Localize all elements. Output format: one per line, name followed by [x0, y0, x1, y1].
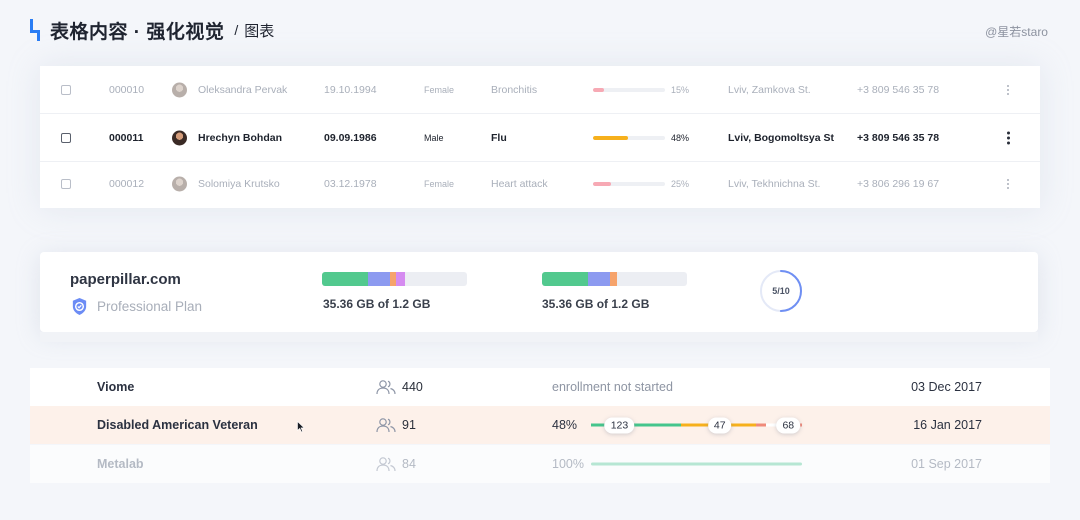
- birth-date: 19.10.1994: [324, 83, 377, 96]
- patient-sex: Female: [424, 84, 455, 95]
- enrollment-segment: [645, 423, 682, 427]
- patient-phone: +3 809 546 35 78: [857, 83, 940, 96]
- row-checkbox[interactable]: [61, 84, 71, 95]
- diagnosis: Flu: [491, 131, 507, 144]
- segment-count-pill: 68: [776, 417, 801, 433]
- enrollment-list: Viome 440 enrollment not started 03 Dec …: [30, 368, 1050, 484]
- table-row[interactable]: 000011 Hrechyn Bohdan 09.09.1986 Male Flu 48%…: [40, 113, 1040, 162]
- list-item[interactable]: Viome 440 enrollment not started 03 Dec …: [30, 368, 1050, 406]
- patient-sex: Male: [424, 132, 444, 143]
- patient-address: Lviv, Zamkova St.: [728, 83, 811, 96]
- list-item[interactable]: Metalab 84 100% 01 Sep 2017: [30, 445, 1050, 483]
- storage-segment: [322, 272, 369, 286]
- diagnosis: Bronchitis: [491, 83, 538, 96]
- enrollment-segment: [755, 423, 766, 427]
- progress-ring-label: 5/10: [772, 286, 790, 296]
- patient-name: Oleksandra Pervak: [198, 83, 288, 96]
- enrollment-segment: [681, 423, 700, 427]
- avatar: [172, 176, 187, 191]
- storage-segment: [588, 272, 611, 286]
- user-count: 84: [402, 457, 416, 471]
- patient-name: Solomiya Krutsko: [198, 177, 280, 190]
- storage-usage-bar-2: [542, 272, 687, 286]
- treatment-progress-fill: [593, 181, 611, 186]
- treatment-progress-label: 48%: [671, 132, 690, 143]
- storage-usage-bar-1: [322, 272, 467, 286]
- birth-date: 03.12.1978: [324, 177, 377, 190]
- title-separator: /: [234, 22, 239, 38]
- enrollment-date: 01 Sep 2017: [911, 457, 982, 471]
- segment-count-pill: 47: [707, 417, 732, 433]
- avatar: [172, 82, 187, 97]
- enrollment-status: enrollment not started: [552, 380, 673, 394]
- storage-segment: [542, 272, 589, 286]
- author-watermark: @星若staro: [985, 25, 1048, 39]
- enrollment-segment: [727, 423, 756, 427]
- card-shadow-strip: [40, 332, 1038, 342]
- patient-name: Hrechyn Bohdan: [198, 131, 283, 144]
- patient-id: 000011: [109, 131, 144, 144]
- enrollment-full-bar: [591, 462, 802, 466]
- storage-usage-label-2: 35.36 GB of 1.2 GB: [542, 297, 650, 311]
- company-name: Viome: [97, 380, 135, 394]
- more-options-icon[interactable]: [1002, 129, 1014, 146]
- page-title: 表格内容 · 强化视觉: [50, 21, 225, 43]
- patient-phone: +3 809 546 35 78: [857, 131, 940, 144]
- birth-date: 09.09.1986: [324, 131, 377, 144]
- treatment-progress-bar: [593, 135, 665, 140]
- patient-id: 000012: [109, 177, 145, 190]
- more-options-icon[interactable]: [1002, 83, 1014, 97]
- table-row[interactable]: 000012 Solomiya Krutsko 03.12.1978 Female He…: [40, 160, 1040, 207]
- user-count: 440: [402, 380, 423, 394]
- company-name: Disabled American Veteran: [97, 418, 258, 432]
- storage-card: paperpillar.com Professional Plan 35.36 …: [40, 252, 1038, 332]
- verified-badge-icon: [72, 297, 87, 316]
- user-count: 91: [402, 418, 416, 432]
- storage-segment: [395, 272, 405, 286]
- patient-id: 000010: [109, 83, 145, 96]
- site-name: paperpillar.com: [70, 271, 181, 288]
- row-checkbox[interactable]: [61, 132, 71, 143]
- storage-usage-label-1: 35.36 GB of 1.2 GB: [323, 297, 431, 311]
- more-options-icon[interactable]: [1002, 177, 1014, 191]
- row-checkbox[interactable]: [61, 178, 71, 189]
- plan-label: Professional Plan: [70, 297, 202, 316]
- treatment-progress-label: 15%: [671, 84, 690, 95]
- segment-count-pill: 123: [604, 417, 635, 433]
- table-row[interactable]: 000010 Oleksandra Pervak 19.10.1994 Female B…: [40, 66, 1040, 113]
- enrollment-segment-bar: 123 47 68: [591, 417, 802, 433]
- treatment-progress-fill: [593, 87, 604, 92]
- page-header: 表格内容 · 强化视觉 / 图表: [30, 16, 274, 44]
- treatment-progress-bar: [593, 87, 665, 92]
- treatment-progress-fill: [593, 135, 628, 140]
- enrollment-percent: 48%: [552, 418, 578, 432]
- storage-segment: [610, 272, 618, 286]
- patient-address: Lviv, Tekhnichna St.: [728, 177, 821, 190]
- users-icon: [376, 457, 396, 472]
- users-icon: [376, 418, 396, 433]
- diagnosis: Heart attack: [491, 177, 548, 190]
- patient-address: Lviv, Bogomoltsya St: [728, 131, 834, 144]
- treatment-progress-label: 25%: [671, 178, 690, 189]
- storage-segment: [368, 272, 391, 286]
- plan-name: Professional Plan: [97, 299, 203, 314]
- page-subtitle: 图表: [244, 22, 275, 40]
- avatar: [172, 130, 187, 145]
- enrollment-date: 03 Dec 2017: [911, 380, 982, 394]
- patient-sex: Female: [424, 178, 455, 189]
- treatment-progress-bar: [593, 181, 665, 186]
- users-icon: [376, 380, 396, 395]
- patient-phone: +3 806 296 19 67: [857, 177, 940, 190]
- logo-icon: [30, 19, 40, 41]
- enrollment-percent: 100%: [552, 457, 584, 471]
- company-name: Metalab: [97, 457, 144, 471]
- patient-table: 000010 Oleksandra Pervak 19.10.1994 Female B…: [40, 66, 1040, 208]
- mouse-cursor-icon: [297, 421, 305, 433]
- enrollment-date: 16 Jan 2017: [913, 418, 982, 432]
- list-item[interactable]: Disabled American Veteran 91 48% 123 47 68…: [30, 406, 1050, 444]
